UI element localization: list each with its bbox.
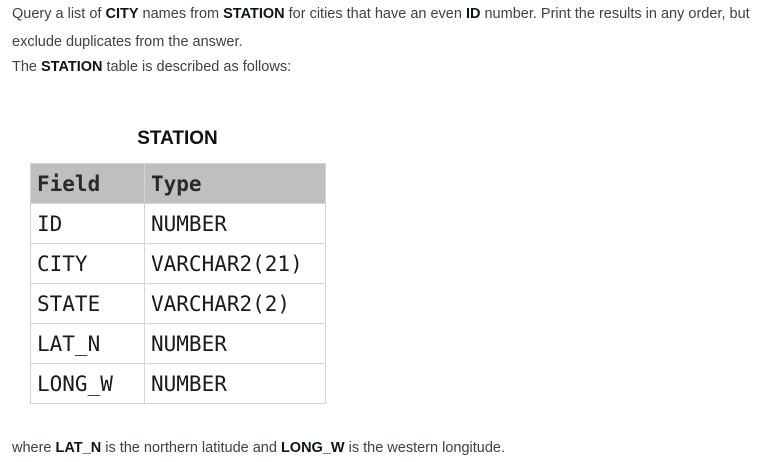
lat-n-keyword: LAT_N	[55, 440, 102, 456]
table-row: LAT_N NUMBER	[30, 323, 326, 364]
text: where	[12, 440, 56, 456]
column-header-type: Type	[144, 163, 326, 204]
problem-statement: Query a list of CITY names from STATION …	[12, 0, 764, 56]
text: for cities that have an even	[284, 6, 466, 22]
table-row: CITY VARCHAR2(21)	[30, 243, 326, 284]
type-cell: NUMBER	[144, 203, 326, 244]
city-keyword: CITY	[105, 6, 139, 22]
field-cell: ID	[30, 203, 145, 244]
text: Query a list of	[12, 6, 106, 22]
field-cell: LONG_W	[30, 363, 145, 404]
type-cell: VARCHAR2(2)	[144, 283, 326, 324]
table-header-row: Field Type	[30, 163, 326, 204]
field-cell: CITY	[30, 243, 145, 284]
field-cell: LAT_N	[30, 323, 145, 364]
type-cell: NUMBER	[144, 323, 326, 364]
station-keyword: STATION	[41, 59, 103, 75]
column-header-field: Field	[30, 163, 145, 204]
table-row: ID NUMBER	[30, 203, 326, 244]
field-cell: STATE	[30, 283, 145, 324]
text: names from	[138, 6, 224, 22]
table-intro: The STATION table is described as follow…	[12, 53, 291, 81]
station-keyword: STATION	[223, 6, 285, 22]
type-cell: NUMBER	[144, 363, 326, 404]
text: The	[12, 59, 42, 75]
table-row: LONG_W NUMBER	[30, 363, 326, 404]
table-row: STATE VARCHAR2(2)	[30, 283, 326, 324]
column-notes: where LAT_N is the northern latitude and…	[12, 434, 505, 462]
id-keyword: ID	[465, 6, 481, 22]
long-w-keyword: LONG_W	[280, 440, 345, 456]
text: table is described as follows:	[102, 59, 292, 75]
text: is the northern latitude and	[101, 440, 281, 456]
table-title: STATION	[137, 128, 218, 149]
type-cell: VARCHAR2(21)	[144, 243, 326, 284]
station-schema-table: Field Type ID NUMBER CITY VARCHAR2(21) S…	[30, 163, 326, 404]
text: is the western longitude.	[344, 440, 505, 456]
